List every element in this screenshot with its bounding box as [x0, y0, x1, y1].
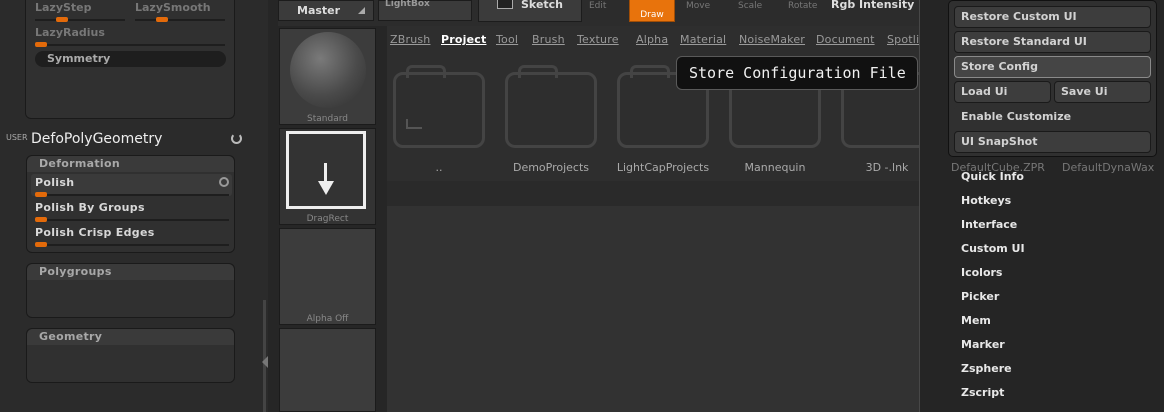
load-ui-button[interactable]: Load Ui: [954, 81, 1051, 103]
dragrect-caption: DragRect: [306, 214, 349, 224]
polish-crisp-edges-label: Polish Crisp Edges: [35, 226, 155, 239]
tab-alpha[interactable]: Alpha: [636, 33, 668, 46]
tab-brush[interactable]: Brush: [532, 33, 565, 46]
sketch-checkbox-icon[interactable]: [497, 0, 513, 9]
polygroups-panel: Polygroups: [26, 263, 235, 318]
draw-button[interactable]: Draw: [629, 0, 675, 22]
enable-customize-button[interactable]: Enable Customize: [954, 106, 1151, 128]
polygroups-header[interactable]: Polygroups: [27, 264, 234, 280]
tab-texture[interactable]: Texture: [577, 33, 619, 46]
left-tool-panel: LazyStep LazySmooth LazyRadius Symmetry …: [0, 0, 268, 412]
master-label: Master: [297, 4, 341, 17]
store-config-button[interactable]: Store Config: [954, 56, 1151, 78]
polish-label: Polish: [35, 176, 75, 189]
lazystep-label: LazyStep: [35, 1, 92, 14]
scale-button[interactable]: Scale: [738, 1, 762, 11]
file-label[interactable]: LightCapProjects: [603, 161, 723, 174]
deformation-header[interactable]: Deformation: [27, 156, 234, 172]
lazy-mouse-group: LazyStep LazySmooth LazyRadius Symmetry: [25, 0, 235, 119]
save-ui-button[interactable]: Save Ui: [1054, 81, 1151, 103]
folder-icon[interactable]: [393, 65, 485, 148]
menu-zscript[interactable]: Zscript: [961, 386, 1004, 399]
edit-button[interactable]: Edit: [589, 1, 606, 11]
brush-sphere-icon: [290, 32, 366, 108]
alpha-thumb[interactable]: Alpha Off: [279, 228, 376, 325]
sketch-label: Sketch: [521, 0, 564, 11]
tab-material[interactable]: Material: [680, 33, 726, 46]
restore-standard-ui-button[interactable]: Restore Standard UI: [954, 31, 1151, 53]
master-button[interactable]: Master: [278, 0, 374, 21]
symmetry-button[interactable]: Symmetry: [35, 51, 226, 67]
menu-hotkeys[interactable]: Hotkeys: [961, 194, 1011, 207]
polish-by-groups-slider[interactable]: [35, 219, 229, 221]
tab-tool[interactable]: Tool: [496, 33, 518, 46]
ui-snapshot-button[interactable]: UI SnapShot: [954, 131, 1151, 153]
refresh-icon[interactable]: [231, 133, 242, 144]
lazysmooth-knob[interactable]: [156, 17, 168, 22]
restore-custom-ui-button[interactable]: Restore Custom UI: [954, 6, 1151, 28]
alpha-caption: Alpha Off: [306, 314, 349, 324]
lazyradius-slider[interactable]: [35, 44, 225, 46]
polish-by-groups-label: Polish By Groups: [35, 201, 145, 214]
polish-circle-icon[interactable]: [219, 177, 229, 187]
sketch-button[interactable]: Sketch: [478, 0, 582, 22]
polish-knob[interactable]: [35, 192, 47, 197]
tab-project[interactable]: Project: [441, 33, 486, 46]
geometry-panel: Geometry: [26, 328, 235, 383]
polish-slider[interactable]: [35, 194, 229, 196]
tooltip: Store Configuration File: [676, 56, 918, 90]
menu-custom-ui[interactable]: Custom UI: [961, 242, 1025, 255]
rotate-button[interactable]: Rotate: [788, 1, 817, 11]
lazysmooth-label: LazySmooth: [135, 1, 211, 14]
polish-by-groups-knob[interactable]: [35, 217, 47, 222]
lazyradius-label: LazyRadius: [35, 26, 105, 39]
canvas-area[interactable]: [387, 206, 919, 412]
polish-crisp-edges-knob[interactable]: [35, 242, 47, 247]
lazystep-knob[interactable]: [56, 17, 68, 22]
menu-marker[interactable]: Marker: [961, 338, 1005, 351]
polish-crisp-edges-slider[interactable]: [35, 244, 229, 246]
folder-icon[interactable]: [505, 65, 597, 148]
deformation-panel: Deformation Polish Polish By Groups Poli…: [26, 155, 235, 253]
standard-caption: Standard: [307, 114, 348, 124]
menu-zsphere[interactable]: Zsphere: [961, 362, 1012, 375]
user-tag: USER: [6, 133, 28, 142]
lazyradius-knob[interactable]: [35, 42, 47, 47]
custom-ui-popup: Restore Custom UI Restore Standard UI St…: [948, 0, 1157, 157]
menu-interface[interactable]: Interface: [961, 218, 1017, 231]
file-label[interactable]: ..: [379, 161, 499, 174]
corner-arrow-icon: [358, 7, 365, 14]
texture-thumb[interactable]: [279, 328, 376, 412]
tab-zbrush[interactable]: ZBrush: [390, 33, 430, 46]
lazystep-slider[interactable]: [35, 19, 125, 21]
lightbox-button[interactable]: LightBox: [378, 0, 472, 21]
tab-document[interactable]: Document: [816, 33, 875, 46]
standard-brush-thumb[interactable]: Standard: [279, 28, 376, 125]
lazysmooth-slider[interactable]: [135, 19, 225, 21]
section-title: DefoPolyGeometry: [31, 131, 163, 147]
file-label[interactable]: DefaultDynaWax: [1062, 161, 1154, 174]
down-arrow-head-icon: [318, 181, 334, 195]
geometry-header[interactable]: Geometry: [27, 329, 234, 345]
up-arrow-icon: [406, 119, 422, 129]
menu-picker[interactable]: Picker: [961, 290, 999, 303]
lightbox-label: LightBox: [385, 0, 430, 9]
menu-mem[interactable]: Mem: [961, 314, 991, 327]
move-button[interactable]: Move: [686, 1, 710, 11]
file-label[interactable]: DemoProjects: [491, 161, 611, 174]
menu-icolors[interactable]: Icolors: [961, 266, 1002, 279]
dragrect-stroke-thumb[interactable]: DragRect: [279, 128, 376, 225]
menu-quick-info[interactable]: Quick Info: [961, 170, 1024, 183]
tab-noisemaker[interactable]: NoiseMaker: [739, 33, 805, 46]
file-label[interactable]: Mannequin: [715, 161, 835, 174]
